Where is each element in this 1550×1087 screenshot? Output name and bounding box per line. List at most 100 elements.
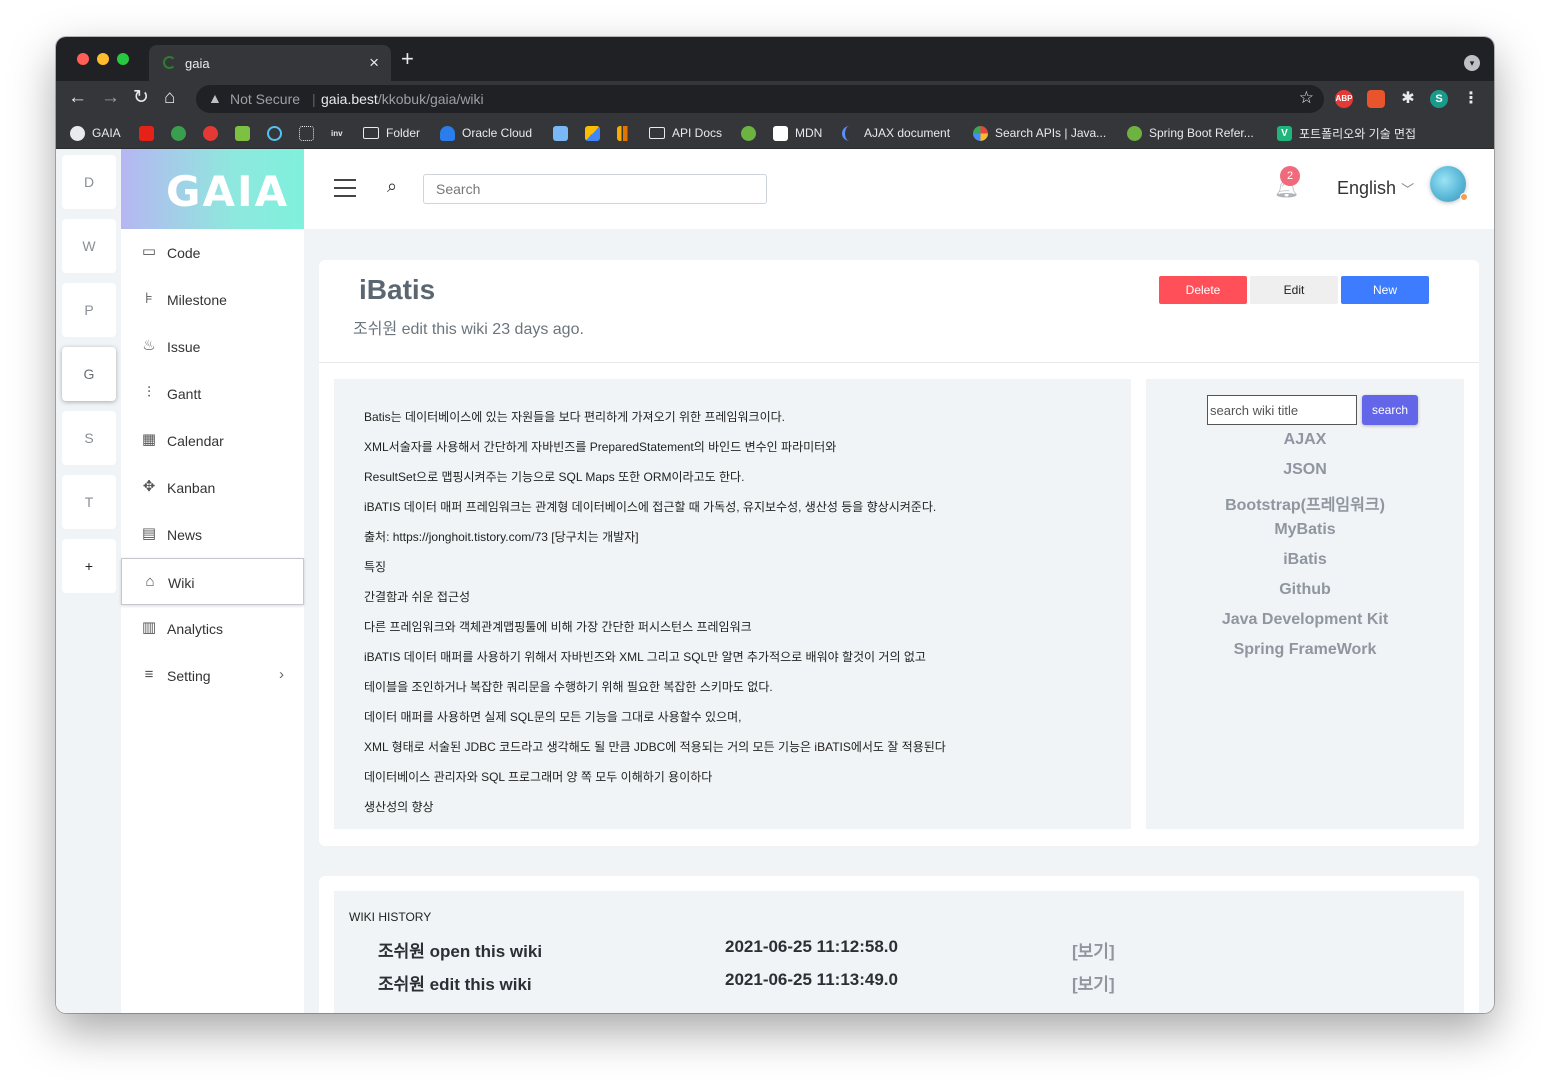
search-icon[interactable]: ⌕ — [387, 176, 397, 197]
analytics-icon — [617, 125, 632, 141]
wiki-title: iBatis — [359, 274, 436, 305]
address-bar[interactable]: ▲ Not Secure | gaia.best/kkobuk/gaia/wik… — [196, 85, 1324, 113]
back-icon[interactable]: ← — [68, 87, 87, 109]
sidebar-item-milestone[interactable]: ⊧ Milestone — [121, 276, 304, 323]
sidebar-item-code[interactable]: ▭ Code — [121, 229, 304, 276]
bookmark-store[interactable] — [553, 123, 575, 143]
signpost-icon: ⊧ — [145, 290, 153, 307]
bookmark-dots[interactable] — [299, 123, 321, 143]
logo[interactable]: GAIA — [121, 149, 304, 229]
app: D W P G S T + GAIA ▭ Code ⊧ Milestone ♨ Iss… — [56, 149, 1494, 1013]
sidebar-item-gantt[interactable]: ⫶ Gantt — [121, 370, 304, 417]
bookmark-ajax-document[interactable]: AJAX document — [842, 123, 950, 143]
search-input[interactable] — [423, 174, 767, 204]
kebab-menu-icon[interactable]: ⋮ — [1462, 90, 1480, 108]
bookmark-oracle-cloud[interactable]: Oracle Cloud — [440, 123, 532, 143]
folder-icon — [649, 127, 665, 139]
hamburger-menu-icon[interactable] — [334, 179, 356, 197]
wiki-link[interactable]: Github — [1146, 581, 1464, 599]
cloud-icon — [440, 125, 455, 141]
search-apis-icon — [973, 125, 988, 141]
status-dot — [1460, 193, 1468, 201]
new-tab-button[interactable]: + — [401, 48, 414, 70]
bookmark-circle[interactable] — [267, 123, 289, 143]
v-site-icon: V — [1277, 125, 1292, 141]
project-s[interactable]: S — [62, 411, 116, 465]
history-title: WIKI HISTORY — [349, 910, 432, 924]
fire-icon: ♨ — [142, 337, 156, 354]
project-w[interactable]: W — [62, 219, 116, 273]
wiki-search-input[interactable] — [1207, 395, 1357, 425]
language-selector[interactable]: English ﹀ — [1337, 178, 1414, 199]
chevron-down-icon: ﹀ — [1401, 182, 1415, 197]
reload-icon[interactable]: ↻ — [133, 87, 149, 109]
bookmark-youtube[interactable] — [139, 123, 161, 143]
bookmark-ads[interactable] — [585, 123, 607, 143]
bookmark-spring-boot[interactable]: Spring Boot Refer... — [1127, 123, 1254, 143]
forward-icon[interactable]: → — [101, 87, 120, 109]
browser-window: gaia × + ▾ ← → ↻ ⌂ ▲ Not Secure | gaia.b… — [56, 37, 1494, 1013]
wiki-link[interactable]: iBatis — [1146, 551, 1464, 569]
bookmark-spring[interactable] — [741, 123, 763, 143]
bookmark-analytics[interactable] — [617, 123, 639, 143]
browser-tab[interactable]: gaia × — [149, 45, 391, 81]
tab-title: gaia — [185, 56, 210, 71]
delete-button[interactable]: Delete — [1159, 276, 1247, 304]
close-tab-icon[interactable]: × — [369, 53, 379, 73]
bookmark-c[interactable] — [203, 123, 225, 143]
move-icon: ✥ — [142, 478, 156, 495]
bookmark-inv[interactable]: inv — [331, 123, 353, 143]
wiki-link[interactable]: MyBatis — [1146, 521, 1464, 539]
url-path: /kkobuk/gaia/wiki — [377, 91, 484, 107]
bookmark-gaia[interactable]: GAIA — [70, 123, 121, 143]
maximize-window-button[interactable] — [117, 53, 129, 65]
bar-chart-icon: ▥ — [141, 619, 157, 636]
url-separator: | — [312, 91, 316, 107]
wiki-link[interactable]: AJAX — [1146, 431, 1464, 449]
minimize-window-button[interactable] — [97, 53, 109, 65]
tab-search-icon[interactable]: ▾ — [1464, 55, 1480, 71]
sidebar-item-analytics[interactable]: ▥ Analytics — [121, 605, 304, 652]
bookmark-star-icon[interactable]: ☆ — [1299, 88, 1314, 108]
sidebar-item-setting[interactable]: ≡ Setting › — [121, 652, 304, 699]
sidebar-item-news[interactable]: ▤ News — [121, 511, 304, 558]
add-project-button[interactable]: + — [62, 539, 116, 593]
bookmark-search-apis[interactable]: Search APIs | Java... — [973, 123, 1106, 143]
wiki-link[interactable]: Bootstrap(프레임워크) — [1146, 491, 1464, 515]
project-d[interactable]: D — [62, 155, 116, 209]
home-icon[interactable]: ⌂ — [164, 87, 175, 109]
sidebar-item-kanban[interactable]: ✥ Kanban — [121, 464, 304, 511]
project-t[interactable]: T — [62, 475, 116, 529]
wiki-search-button[interactable]: search — [1362, 395, 1418, 425]
wiki-paragraph: 테이블을 조인하거나 복잡한 쿼리문을 수행하기 위해 필요한 복잡한 스키마도… — [364, 680, 773, 694]
sidebar-item-wiki[interactable]: ⌂ Wiki — [121, 558, 304, 605]
bookmark-mdn[interactable]: MDN — [773, 123, 822, 143]
project-g[interactable]: G — [62, 347, 116, 401]
profile-avatar[interactable]: S — [1430, 90, 1448, 108]
bookmark-folder[interactable]: Folder — [363, 123, 420, 143]
new-button[interactable]: New — [1341, 276, 1429, 304]
loading-icon — [163, 56, 176, 69]
wiki-link[interactable]: Java Development Kit — [1146, 611, 1464, 629]
wiki-paragraph: 데이터 매퍼를 사용하면 실제 SQL문의 모든 기능을 그대로 사용할수 있으… — [364, 710, 742, 724]
bookmark-green[interactable] — [171, 123, 193, 143]
bookmark-portfolio[interactable]: V 포트폴리오와 기술 면접 — [1277, 123, 1416, 143]
sidebar-item-issue[interactable]: ♨ Issue — [121, 323, 304, 370]
bookmark-owl[interactable] — [235, 123, 257, 143]
bookmark-api-docs[interactable]: API Docs — [649, 123, 722, 143]
wiki-link[interactable]: JSON — [1146, 461, 1464, 479]
history-view-link[interactable]: [보기] — [1072, 970, 1115, 995]
edit-button[interactable]: Edit — [1250, 276, 1338, 304]
puzzle-extensions-icon[interactable]: ✱ — [1399, 90, 1417, 108]
history-view-link[interactable]: [보기] — [1072, 937, 1115, 962]
sidebar-item-calendar[interactable]: ▦ Calendar — [121, 417, 304, 464]
fire-extension-icon[interactable] — [1367, 90, 1385, 108]
github-icon — [70, 125, 85, 141]
adblock-extension-icon[interactable]: ABP — [1335, 90, 1353, 108]
project-p[interactable]: P — [62, 283, 116, 337]
close-window-button[interactable] — [77, 53, 89, 65]
security-label: Not Secure — [230, 91, 301, 107]
calendar-icon: ▦ — [141, 431, 157, 448]
wiki-link[interactable]: Spring FrameWork — [1146, 641, 1464, 659]
tab-bar: gaia × + ▾ — [56, 37, 1494, 81]
